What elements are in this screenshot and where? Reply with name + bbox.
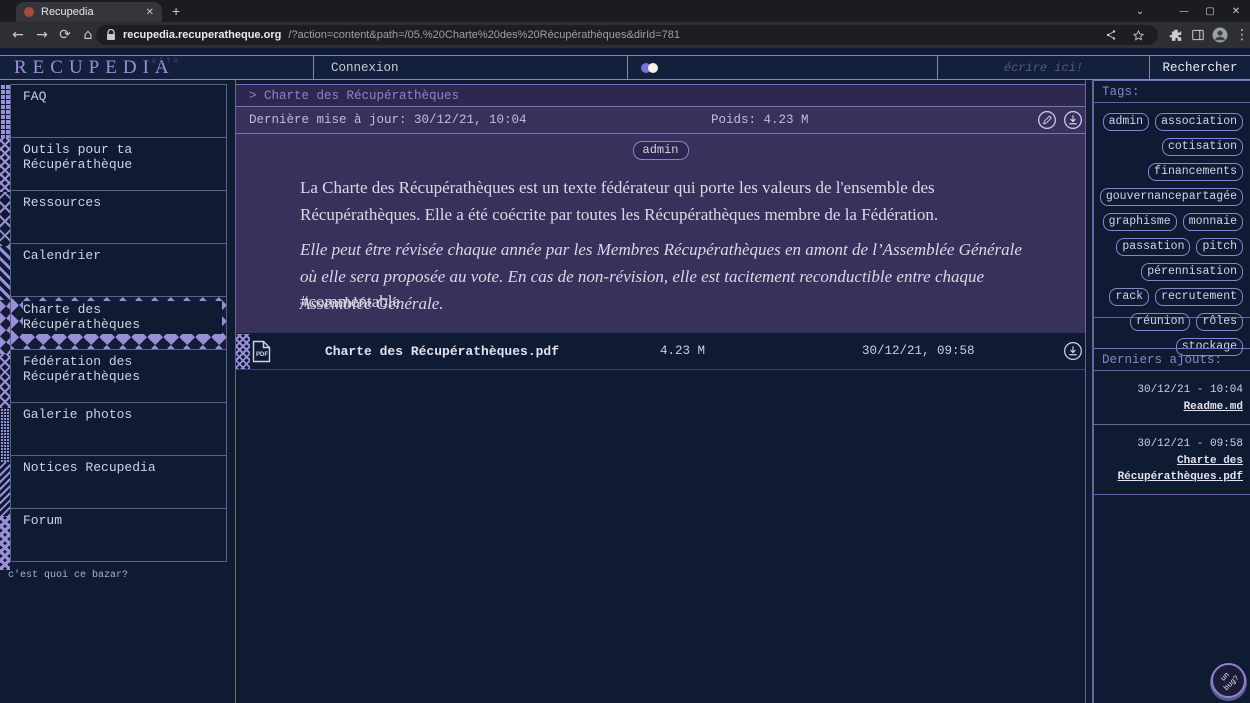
file-row[interactable]: PDF Charte des Récupérathèques.pdf 4.23 … <box>236 334 1085 370</box>
tag-rack[interactable]: rack <box>1109 288 1149 306</box>
tag-roles[interactable]: rôles <box>1196 313 1243 331</box>
recent-entry: 30/12/21 - 09:58 Charte des Récupérathèq… <box>1094 425 1250 495</box>
pattern-calendrier <box>0 246 10 300</box>
breadcrumb[interactable]: > Charte des Récupérathèques <box>236 84 1085 107</box>
bookmark-star-icon[interactable] <box>1128 25 1148 45</box>
sidebar-item-galerie[interactable]: Galerie photos <box>10 402 227 456</box>
beta-badge: BÊTA <box>152 58 181 66</box>
tag-financements[interactable]: financements <box>1148 163 1243 181</box>
edit-icon[interactable] <box>1037 110 1057 130</box>
browser-window: Recupedia ✕ + ⌄ — ▢ ✕ ← → ⟳ ⌂ recupedia.… <box>0 0 1250 703</box>
download-all-icon[interactable] <box>1063 110 1083 130</box>
weight: Poids: 4.23 M <box>711 113 809 127</box>
tab-close-icon[interactable]: ✕ <box>146 7 154 18</box>
sidebar-item-forum[interactable]: Forum <box>10 508 227 562</box>
tag-list: admin association cotisation financement… <box>1094 103 1250 318</box>
sidebar-item-calendrier[interactable]: Calendrier <box>10 243 227 297</box>
search-section <box>937 56 1149 79</box>
sidebar-item-ressources[interactable]: Ressources <box>10 190 227 244</box>
pattern-outils <box>0 138 10 192</box>
pattern-ressources <box>0 192 10 246</box>
recent-entry-link[interactable]: Readme.md <box>1100 399 1243 416</box>
site-logo[interactable]: RECUPEDIA <box>0 56 175 79</box>
url-path: /?action=content&path=/05.%20Charte%20de… <box>288 29 1094 41</box>
tag-pitch[interactable]: pitch <box>1196 238 1243 256</box>
file-download-icon[interactable] <box>1063 341 1083 361</box>
meta-row: Dernière mise à jour: 30/12/21, 10:04 Po… <box>236 107 1085 134</box>
theme-toggle-dot-light <box>648 63 658 73</box>
back-icon[interactable]: ← <box>8 25 28 45</box>
right-sidebar: Tags: admin association cotisation finan… <box>1093 80 1250 703</box>
tag-monnaie[interactable]: monnaie <box>1183 213 1243 231</box>
sidebar-item-notices[interactable]: Notices Recupedia <box>10 455 227 509</box>
connexion-button[interactable]: Connexion <box>313 56 627 79</box>
favicon-icon <box>24 7 34 17</box>
extensions-icon[interactable] <box>1166 25 1186 45</box>
recent-entry: 30/12/21 - 10:04 Readme.md <box>1094 371 1250 425</box>
url-bar[interactable]: recupedia.recuperatheque.org /?action=co… <box>96 25 1158 45</box>
file-name[interactable]: Charte des Récupérathèques.pdf <box>325 344 559 359</box>
pdf-file-icon: PDF <box>252 340 271 363</box>
maximize-button[interactable]: ▢ <box>1198 0 1222 22</box>
side-panel-icon[interactable] <box>1188 25 1208 45</box>
site-header: RECUPEDIA BÊTA Connexion Rechercher <box>0 55 1250 80</box>
pattern-galerie <box>0 408 10 462</box>
menu-kebab-icon[interactable]: ⋮ <box>1232 25 1250 45</box>
svg-text:PDF: PDF <box>256 352 268 358</box>
tab-bar: Recupedia ✕ + ⌄ — ▢ ✕ <box>0 0 1250 22</box>
search-button[interactable]: Rechercher <box>1149 56 1250 79</box>
file-row-pattern <box>236 334 250 369</box>
minimize-button[interactable]: — <box>1172 0 1196 22</box>
sidebar-item-federation[interactable]: Fédération des Récupérathèques <box>10 349 227 403</box>
admin-tag[interactable]: admin <box>632 141 688 160</box>
sidebar-footer-link[interactable]: c'est quoi ce bazar? <box>8 570 128 581</box>
forward-icon[interactable]: → <box>32 25 52 45</box>
tab-title: Recupedia <box>41 6 139 18</box>
reload-icon[interactable]: ⟳ <box>55 25 75 45</box>
last-update: Dernière mise à jour: 30/12/21, 10:04 <box>249 113 527 127</box>
paragraph-1: La Charte des Récupérathèques est un tex… <box>300 174 1027 228</box>
pattern-charte <box>0 300 10 354</box>
search-input[interactable] <box>938 60 1149 76</box>
tag-association[interactable]: association <box>1155 113 1243 131</box>
profile-avatar[interactable] <box>1210 25 1230 45</box>
tag-recrutement[interactable]: recrutement <box>1155 288 1243 306</box>
article-content: admin La Charte des Récupérathèques est … <box>236 134 1085 333</box>
browser-tab[interactable]: Recupedia ✕ <box>16 2 162 22</box>
tag-reunion[interactable]: réunion <box>1130 313 1190 331</box>
tag-cotisation[interactable]: cotisation <box>1162 138 1243 156</box>
recent-entry-link[interactable]: Charte des Récupérathèques.pdf <box>1100 453 1243 486</box>
home-icon[interactable]: ⌂ <box>78 25 98 45</box>
theme-toggle[interactable] <box>627 56 937 79</box>
sidebar-item-outils[interactable]: Outils pour ta Récupérathèque <box>10 137 227 191</box>
file-date: 30/12/21, 09:58 <box>862 344 975 358</box>
sidebar-item-faq[interactable]: FAQ <box>10 84 227 138</box>
tag-gouvernancepartagee[interactable]: gouvernancepartagée <box>1100 188 1243 206</box>
url-domain: recupedia.recuperatheque.org <box>123 29 281 41</box>
pattern-notices <box>0 462 10 516</box>
tag-graphisme[interactable]: graphisme <box>1103 213 1177 231</box>
browser-toolbar: ← → ⟳ ⌂ recupedia.recuperatheque.org /?a… <box>0 22 1250 48</box>
recent-entry-date: 30/12/21 - 10:04 <box>1137 384 1243 396</box>
sidebar-item-charte[interactable]: Charte des Récupérathèques <box>10 296 227 350</box>
pattern-forum <box>0 516 10 570</box>
tags-title: Tags: <box>1094 80 1250 103</box>
paragraph-2: Elle peut être révisée chaque année par … <box>300 236 1027 318</box>
recent-entry-date: 30/12/21 - 09:58 <box>1137 438 1243 450</box>
pattern-federation <box>0 354 10 408</box>
new-tab-button[interactable]: + <box>172 3 180 19</box>
recent-title: Derniers ajouts: <box>1094 348 1250 371</box>
close-button[interactable]: ✕ <box>1224 0 1248 22</box>
divider-right-gutter <box>1085 80 1093 703</box>
tag-admin[interactable]: admin <box>1103 113 1150 131</box>
tab-search-chevron-icon[interactable]: ⌄ <box>1128 0 1152 22</box>
tag-passation[interactable]: passation <box>1116 238 1190 256</box>
share-icon[interactable] <box>1101 25 1121 45</box>
pattern-faq <box>0 84 10 138</box>
bug-report-button[interactable]: un bug? <box>1211 663 1246 698</box>
lock-icon <box>106 29 116 41</box>
tag-perennisation[interactable]: pérennisation <box>1141 263 1243 281</box>
hashtag-commentable[interactable]: #commentable <box>300 292 400 312</box>
file-size: 4.23 M <box>660 344 705 358</box>
